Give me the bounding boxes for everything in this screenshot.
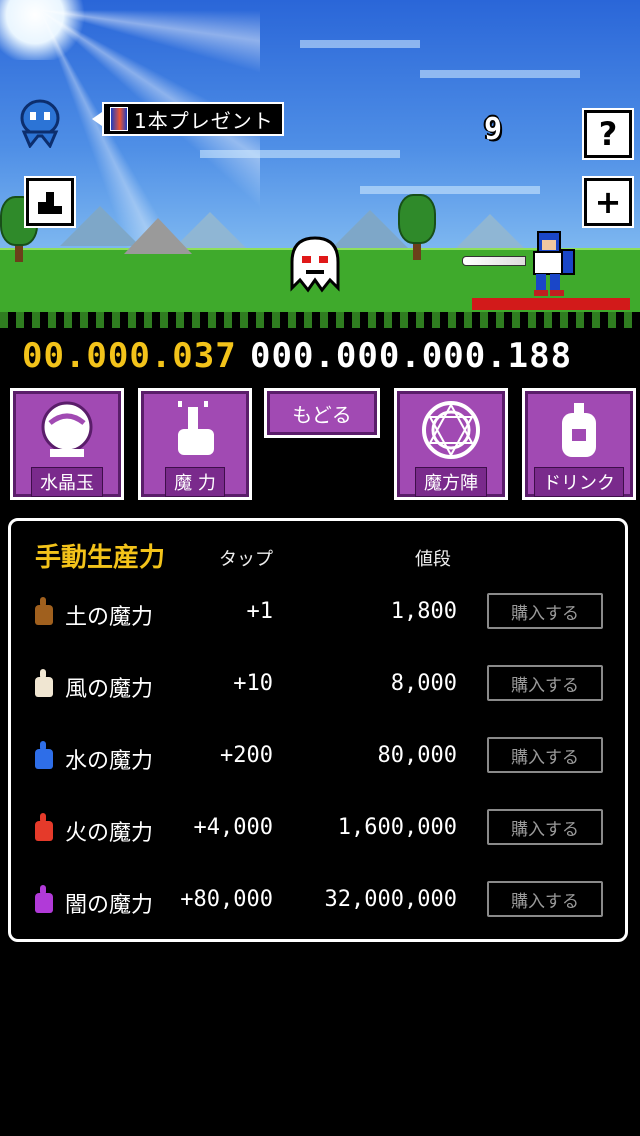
tap-hand-icon bbox=[178, 401, 214, 455]
earth-hand-icon bbox=[35, 597, 53, 625]
mana-counter: 00.000.037 bbox=[22, 336, 237, 376]
upgrade-price: 1,600,000 bbox=[337, 815, 457, 840]
upgrade-name: 風の魔力 bbox=[65, 677, 154, 702]
podium-icon bbox=[38, 192, 62, 214]
stats-bar: 00.000.037 000.000.000.188 bbox=[0, 336, 640, 380]
rock bbox=[124, 218, 192, 254]
magic-circle-label: 魔方陣 bbox=[415, 467, 487, 497]
ghost-enemy[interactable] bbox=[286, 234, 344, 296]
cloud bbox=[200, 150, 400, 158]
column-header-tap: タップ bbox=[219, 549, 273, 570]
gift-label: 1本プレゼント bbox=[134, 108, 274, 133]
hero-character[interactable] bbox=[526, 230, 578, 298]
crystal-ball-icon bbox=[41, 401, 93, 457]
game-scene[interactable]: 1本プレゼント 9 ? + bbox=[0, 0, 640, 328]
ranking-button[interactable] bbox=[26, 178, 74, 226]
back-label: もどる bbox=[292, 402, 352, 427]
question-icon: ? bbox=[598, 115, 618, 153]
dark-hand-icon bbox=[35, 885, 53, 913]
magic-circle-icon bbox=[422, 401, 480, 459]
mana-button[interactable]: 魔 力 bbox=[138, 388, 252, 500]
fire-hand-icon bbox=[35, 813, 53, 841]
drink-button[interactable]: ドリンク bbox=[522, 388, 636, 500]
upgrade-row-dark: 闇の魔力 +80,000 32,000,000 購入する bbox=[11, 881, 625, 927]
counter: 9 bbox=[484, 112, 503, 147]
mascot-character[interactable] bbox=[14, 96, 66, 148]
plus-icon: + bbox=[594, 183, 622, 221]
panel-title: 手動生産力 bbox=[35, 543, 166, 573]
ground-edge bbox=[0, 312, 640, 328]
cloud bbox=[360, 186, 540, 194]
wind-hand-icon bbox=[35, 669, 53, 697]
upgrade-name: 土の魔力 bbox=[65, 605, 154, 630]
upgrade-name: 火の魔力 bbox=[65, 821, 154, 846]
drink-label: ドリンク bbox=[534, 467, 624, 497]
column-header-price: 値段 bbox=[415, 549, 451, 570]
mana-label: 魔 力 bbox=[165, 467, 225, 497]
upgrade-price: 8,000 bbox=[390, 671, 457, 696]
upgrade-name: 水の魔力 bbox=[65, 749, 154, 774]
buy-button[interactable]: 購入する bbox=[487, 737, 603, 773]
total-counter: 000.000.000.188 bbox=[250, 336, 573, 376]
back-button[interactable]: もどる bbox=[264, 388, 380, 438]
cloud bbox=[300, 40, 420, 48]
gift-bubble[interactable]: 1本プレゼント bbox=[92, 102, 284, 136]
sword bbox=[462, 256, 526, 266]
upgrade-row-wind: 風の魔力 +10 8,000 購入する bbox=[11, 665, 625, 711]
drink-can-icon bbox=[110, 107, 128, 131]
plus-button[interactable]: + bbox=[584, 178, 632, 226]
crystal-ball-button[interactable]: 水晶玉 bbox=[10, 388, 124, 500]
water-hand-icon bbox=[35, 741, 53, 769]
upgrade-price: 32,000,000 bbox=[324, 887, 457, 912]
upgrade-name: 闇の魔力 bbox=[65, 893, 154, 918]
tree bbox=[398, 194, 436, 260]
magic-circle-button[interactable]: 魔方陣 bbox=[394, 388, 508, 500]
buy-button[interactable]: 購入する bbox=[487, 881, 603, 917]
upgrade-tap: +80,000 bbox=[180, 887, 273, 912]
upgrade-price: 80,000 bbox=[377, 743, 457, 768]
upgrade-row-fire: 火の魔力 +4,000 1,600,000 購入する bbox=[11, 809, 625, 855]
upgrade-tap: +4,000 bbox=[193, 815, 273, 840]
help-button[interactable]: ? bbox=[584, 110, 632, 158]
buy-button[interactable]: 購入する bbox=[487, 593, 603, 629]
drink-bottle-icon bbox=[562, 403, 596, 457]
cloud bbox=[420, 70, 580, 78]
upgrade-tap: +200 bbox=[220, 743, 273, 768]
upgrade-tap: +1 bbox=[246, 599, 274, 624]
crystal-ball-label: 水晶玉 bbox=[31, 467, 103, 497]
upgrade-panel: 手動生産力 タップ 値段 土の魔力 +1 1,800 購入する 風の魔力 +10… bbox=[8, 518, 628, 942]
hp-bar bbox=[472, 298, 630, 310]
upgrade-row-earth: 土の魔力 +1 1,800 購入する bbox=[11, 593, 625, 639]
buy-button[interactable]: 購入する bbox=[487, 665, 603, 701]
buy-button[interactable]: 購入する bbox=[487, 809, 603, 845]
upgrade-tap: +10 bbox=[233, 671, 273, 696]
upgrade-price: 1,800 bbox=[390, 599, 457, 624]
upgrade-row-water: 水の魔力 +200 80,000 購入する bbox=[11, 737, 625, 783]
